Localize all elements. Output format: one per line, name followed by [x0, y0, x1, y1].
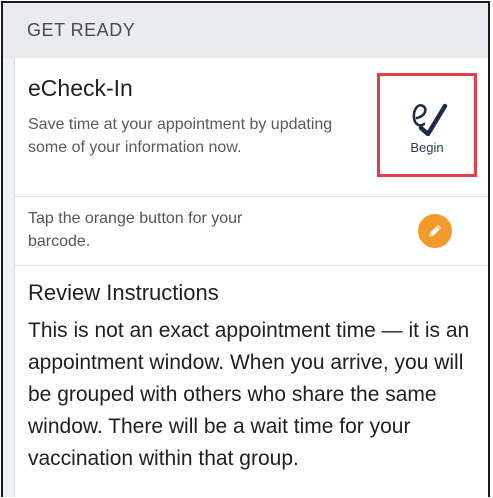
barcode-button[interactable]: [418, 214, 452, 248]
section-header: GET READY: [3, 3, 488, 58]
barcode-row: Tap the orange button for your barcode.: [15, 197, 488, 266]
pencil-icon: [429, 225, 441, 237]
review-instructions-title: Review Instructions: [28, 280, 219, 305]
echeckin-row[interactable]: eCheck-In Save time at your appointment …: [15, 58, 488, 197]
echeckin-icon: [412, 103, 448, 136]
barcode-instructions: Tap the orange button for your barcode.: [28, 210, 243, 250]
begin-label: Begin: [410, 139, 444, 155]
get-ready-card: GET READY eCheck-In Save time at your ap…: [1, 1, 490, 497]
echeckin-title: eCheck-In: [28, 75, 133, 101]
echeckin-description: Save time at your appointment by updatin…: [28, 116, 333, 156]
begin-button[interactable]: Begin: [377, 73, 477, 177]
review-instructions-body: This is not an exact appointment time — …: [28, 319, 470, 470]
get-ready-panel: eCheck-In Save time at your appointment …: [14, 58, 488, 497]
